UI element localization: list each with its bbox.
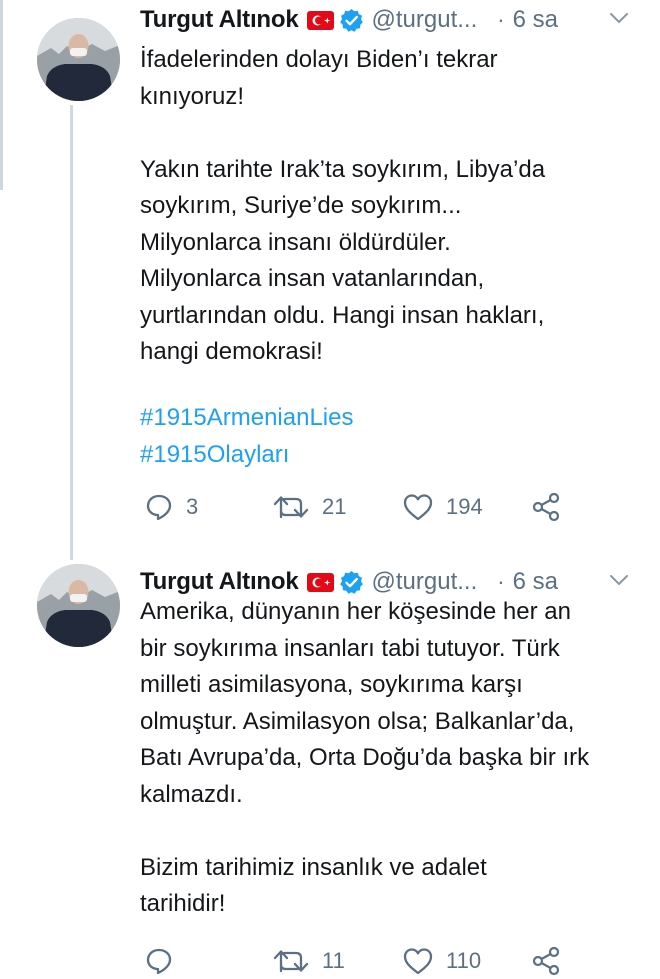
share-icon bbox=[532, 492, 560, 522]
username-handle[interactable]: @turgut... bbox=[372, 6, 478, 34]
hashtag-link[interactable]: #1915Olayları bbox=[140, 437, 353, 474]
retweet-button[interactable]: 11 bbox=[272, 943, 345, 979]
separator-dot: · bbox=[497, 569, 505, 594]
share-button[interactable] bbox=[530, 943, 562, 979]
reply-icon bbox=[146, 494, 172, 521]
like-count: 194 bbox=[446, 494, 483, 519]
thread-connector-line bbox=[70, 105, 73, 560]
chevron-down-icon[interactable] bbox=[608, 7, 630, 29]
heart-icon bbox=[403, 494, 433, 521]
display-name[interactable]: Turgut Altınok bbox=[140, 568, 299, 596]
reply-count: 3 bbox=[186, 494, 199, 519]
verified-badge-icon bbox=[339, 8, 364, 33]
turkey-flag-icon bbox=[306, 10, 334, 30]
tweet-actions: 3 21 194 bbox=[140, 489, 570, 525]
avatar[interactable] bbox=[37, 564, 120, 647]
timestamp[interactable]: 6 sa bbox=[513, 568, 558, 596]
hashtag-list: #1915ArmenianLies #1915Olayları bbox=[140, 400, 353, 473]
username-handle[interactable]: @turgut... bbox=[372, 568, 478, 596]
tweet-actions: 11 110 bbox=[140, 943, 570, 979]
like-button[interactable]: 110 bbox=[402, 943, 481, 979]
timestamp[interactable]: 6 sa bbox=[513, 6, 558, 34]
scrollbar-edge bbox=[0, 0, 3, 190]
turkey-flag-icon bbox=[306, 572, 334, 592]
retweet-button[interactable]: 21 bbox=[272, 489, 346, 525]
retweet-count: 21 bbox=[322, 494, 347, 519]
share-icon bbox=[532, 946, 560, 976]
reply-button[interactable] bbox=[144, 943, 186, 979]
verified-badge-icon bbox=[339, 570, 364, 595]
share-button[interactable] bbox=[530, 489, 562, 525]
avatar[interactable] bbox=[37, 18, 120, 101]
reply-button[interactable]: 3 bbox=[144, 489, 198, 525]
display-name[interactable]: Turgut Altınok bbox=[140, 6, 299, 34]
like-count: 110 bbox=[446, 948, 482, 973]
separator-dot: · bbox=[497, 7, 505, 32]
like-button[interactable]: 194 bbox=[402, 489, 483, 525]
heart-icon bbox=[403, 948, 433, 975]
chevron-down-icon[interactable] bbox=[608, 569, 630, 591]
reply-icon bbox=[146, 948, 172, 975]
retweet-icon bbox=[273, 496, 309, 519]
retweet-count: 11 bbox=[322, 948, 345, 973]
tweet-text: Amerika, dünyanın her köşesinde her an b… bbox=[140, 598, 590, 917]
retweet-icon bbox=[273, 950, 309, 973]
hashtag-link[interactable]: #1915ArmenianLies bbox=[140, 400, 353, 437]
tweet-header: Turgut Altınok @turgut... · 6 sa bbox=[140, 2, 660, 38]
tweet-text: İfadelerinden dolayı Biden’ı tekrar kını… bbox=[140, 46, 546, 365]
